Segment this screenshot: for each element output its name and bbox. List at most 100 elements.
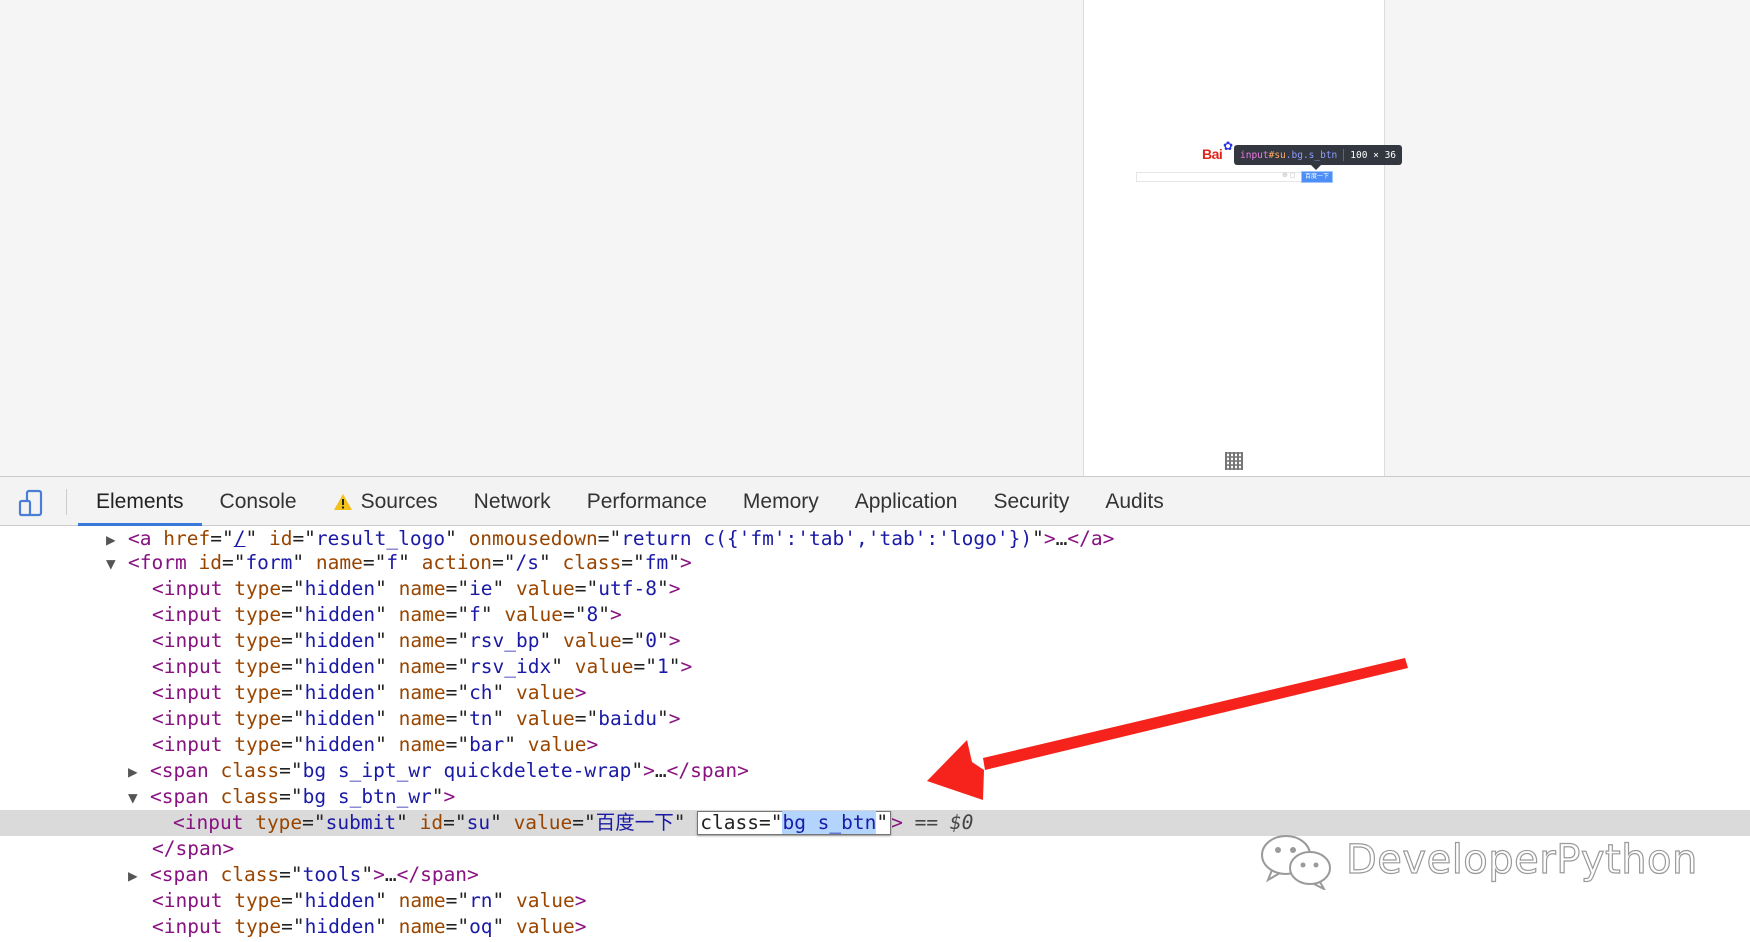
dom-node-input-ie[interactable]: <input type="hidden" name="ie" value="ut…: [0, 576, 1750, 602]
attr-eq: =": [279, 863, 303, 886]
search-input[interactable]: [1136, 172, 1303, 182]
attr-value: rn: [469, 889, 493, 912]
dom-node-input-rn[interactable]: <input type="hidden" name="rn" value>: [0, 888, 1750, 914]
edit-attr-eq: =": [758, 811, 783, 834]
page-preview: Bai ✿ input #su .bg.s_btn 100 × 36 ⊕ ◻ 百度一…: [1083, 0, 1403, 476]
attr-eq: =": [292, 527, 316, 550]
attr-quote: ": [539, 629, 552, 652]
attr-eq: =": [279, 759, 303, 782]
attr-eq: =": [281, 707, 305, 730]
attr-name: name: [398, 655, 446, 678]
dom-node-input-ch[interactable]: <input type="hidden" name="ch" value>: [0, 680, 1750, 706]
attr-eq: =": [281, 915, 305, 938]
attr-eq: =": [362, 551, 387, 574]
ellipsis[interactable]: …: [385, 863, 397, 886]
watermark: DeveloperPython: [1258, 830, 1698, 890]
tab-label: Elements: [96, 489, 184, 513]
attr-quote: ": [375, 603, 387, 626]
attr-name: value: [527, 733, 587, 756]
attr-link[interactable]: /: [234, 527, 246, 550]
tab-network[interactable]: Network: [456, 477, 569, 526]
attr-quote: ": [492, 915, 505, 938]
edit-attr-value-selected[interactable]: bg s_btn: [782, 811, 877, 834]
edit-attr-name: class: [700, 811, 759, 834]
attr-value: /s: [515, 551, 540, 574]
tab-elements[interactable]: Elements: [78, 477, 202, 526]
attr-quote: ": [398, 551, 410, 574]
tab-memory[interactable]: Memory: [725, 477, 837, 526]
collapse-triangle-icon[interactable]: ▼: [106, 551, 128, 577]
attr-eq: =": [563, 603, 587, 626]
ellipsis[interactable]: …: [1056, 527, 1068, 550]
tag-end: >: [574, 681, 587, 704]
tab-label: Audits: [1105, 489, 1164, 513]
attr-quote: ": [668, 655, 681, 678]
tag-end: >: [668, 629, 681, 652]
tag-close: </span>: [396, 863, 479, 886]
ellipsis[interactable]: …: [655, 759, 667, 782]
attr-value: ch: [469, 681, 493, 704]
tag-open: <: [150, 759, 162, 782]
attr-name: value: [563, 629, 622, 652]
collapse-triangle-icon[interactable]: ▼: [128, 785, 150, 811]
attr-name: value: [504, 603, 564, 626]
tab-sources[interactable]: Sources: [315, 477, 456, 526]
tab-security[interactable]: Security: [975, 477, 1087, 526]
device-toggle-icon[interactable]: [18, 489, 46, 517]
attr-quote: ": [656, 629, 669, 652]
attr-quote: ": [480, 603, 493, 626]
dom-node-input-bar[interactable]: <input type="hidden" name="bar" value>: [0, 732, 1750, 758]
attr-quote: ": [492, 577, 505, 600]
attr-name: type: [234, 915, 282, 938]
attr-name: id: [268, 527, 293, 550]
attr-value: hidden: [304, 733, 376, 756]
tab-label: Security: [993, 489, 1070, 513]
attr-name: name: [398, 889, 446, 912]
attribute-edit-field[interactable]: class="bg s_btn": [697, 811, 892, 835]
tab-audits[interactable]: Audits: [1087, 477, 1181, 526]
tag-name: a: [139, 527, 152, 550]
attr-name: type: [234, 889, 282, 912]
attr-name: value: [513, 811, 573, 834]
dom-node-form[interactable]: ▼ <form id="form" name="f" action="/s" cl…: [0, 550, 1750, 576]
attr-eq: =": [281, 629, 305, 652]
tag-name: form: [139, 551, 187, 574]
tag-close: </span>: [666, 759, 749, 782]
dom-node-input-oq[interactable]: <input type="hidden" name="oq" value>: [0, 914, 1750, 940]
dom-node-input-tn[interactable]: <input type="hidden" name="tn" value="ba…: [0, 706, 1750, 732]
attr-eq: =": [281, 655, 305, 678]
attr-name: type: [234, 603, 282, 626]
search-button[interactable]: 百度一下: [1302, 172, 1332, 182]
dom-node-span-ipt[interactable]: ▶ <span class="bg s_ipt_wr quickdelete-wr…: [0, 758, 1750, 784]
tag-open: <: [128, 527, 140, 550]
tag-end: >: [574, 889, 587, 912]
attr-quote: ": [445, 527, 457, 550]
attr-eq: =": [445, 707, 470, 730]
dollar-zero: $0: [949, 811, 974, 834]
attr-name: name: [398, 707, 446, 730]
tooltip-separator: [1343, 149, 1345, 161]
tag-end: >: [574, 915, 587, 938]
tab-console[interactable]: Console: [202, 477, 315, 526]
tag-open: <input: [152, 915, 223, 938]
attr-eq: =": [445, 681, 470, 704]
dom-node-a[interactable]: ▶ <a href="/" id="result_logo" onmousedow…: [0, 526, 1750, 552]
attr-name: action: [421, 551, 493, 574]
tab-application[interactable]: Application: [837, 477, 976, 526]
attr-quote: ": [504, 733, 517, 756]
expand-triangle-icon[interactable]: ▶: [128, 863, 150, 889]
tag-open: <input: [152, 629, 223, 652]
attr-quote: ": [375, 707, 387, 730]
dom-node-input-rsv-bp[interactable]: <input type="hidden" name="rsv_bp" value…: [0, 628, 1750, 654]
baidu-paw-icon: ✿: [1223, 139, 1234, 153]
tab-performance[interactable]: Performance: [569, 477, 725, 526]
dom-node-input-rsv-idx[interactable]: <input type="hidden" name="rsv_idx" valu…: [0, 654, 1750, 680]
dom-node-span-btn[interactable]: ▼ <span class="bg s_btn_wr">: [0, 784, 1750, 810]
tag-end: >: [679, 551, 692, 574]
wechat-icon: [1261, 835, 1331, 890]
attr-value: hidden: [304, 915, 376, 938]
attr-name: type: [234, 681, 282, 704]
expand-triangle-icon[interactable]: ▶: [128, 759, 150, 785]
dom-node-input-f[interactable]: <input type="hidden" name="f" value="8">: [0, 602, 1750, 628]
attr-value: hidden: [304, 603, 376, 626]
